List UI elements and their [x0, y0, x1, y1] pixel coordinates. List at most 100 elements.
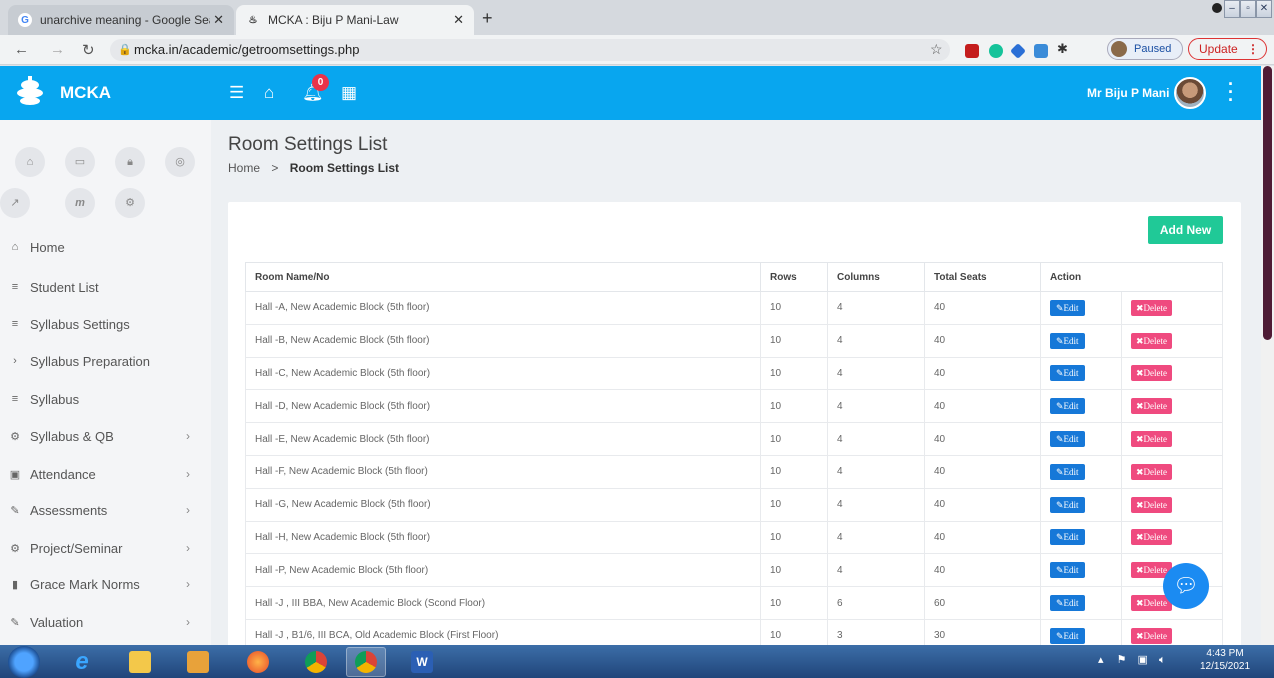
edit-button[interactable]: ✎Edit [1050, 529, 1085, 546]
cell-columns: 4 [827, 553, 925, 588]
cell-rows: 10 [760, 553, 828, 588]
taskbar-outlook[interactable] [178, 647, 218, 677]
edit-button[interactable]: ✎Edit [1050, 332, 1085, 349]
delete-button[interactable]: ✖Delete [1131, 431, 1173, 448]
sidebar-item-student-list[interactable]: ≡ Student List [0, 272, 211, 302]
browser-tab-mcka[interactable]: ♨ MCKA : Biju P Mani-Law ✕ [236, 5, 474, 35]
tray-up-arrow-icon[interactable]: ▴ [1098, 654, 1104, 666]
cell-room: Hall -J , III BBA, New Academic Block (S… [245, 586, 761, 620]
cell-delete: ✖Delete [1121, 389, 1223, 424]
delete-button[interactable]: ✖Delete [1131, 332, 1173, 349]
app-header: MCKA ☰ ⌂ 🔔︎ ▦ [0, 66, 1274, 120]
edit-button[interactable]: ✎Edit [1050, 627, 1085, 644]
sidebar-item-assessments[interactable]: ✎ Assessments › [0, 495, 211, 525]
taskbar-explorer[interactable] [120, 647, 160, 677]
pencil-icon: ✎ [1056, 302, 1064, 313]
delete-button[interactable]: ✖Delete [1131, 496, 1173, 513]
cell-edit: ✎Edit [1040, 586, 1122, 620]
quick-home-icon[interactable]: ⌂ [15, 147, 45, 177]
tray-network-icon[interactable]: ▣ [1138, 654, 1148, 666]
cell-edit: ✎Edit [1040, 618, 1122, 645]
cell-seats: 40 [924, 454, 1041, 489]
new-tab-icon[interactable]: + [482, 8, 493, 29]
tray-flag-icon[interactable]: ⚑ [1117, 654, 1127, 666]
sidebar-item-project-seminar[interactable]: ⚙ Project/Seminar › [0, 533, 211, 563]
pencil-icon: ✎ [1056, 499, 1064, 510]
edit-button[interactable]: ✎Edit [1050, 398, 1085, 415]
extension-icon[interactable] [1034, 44, 1048, 58]
taskbar-ie[interactable]: e [62, 647, 102, 677]
mcka-logo[interactable] [16, 76, 44, 108]
cell-seats: 40 [924, 356, 1041, 391]
sidebar-item-syllabus[interactable]: ≡ Syllabus [0, 384, 211, 414]
close-window-icon[interactable]: ✕ [1256, 0, 1272, 18]
close-tab-icon[interactable]: ✕ [213, 12, 224, 28]
sidebar-item-home[interactable]: ⌂ Home [0, 232, 211, 262]
extension-icon[interactable] [965, 44, 979, 58]
page-scrollbar[interactable] [1261, 66, 1274, 645]
delete-button[interactable]: ✖Delete [1131, 627, 1173, 644]
delete-button[interactable]: ✖Delete [1131, 365, 1173, 382]
chat-bubble-icon[interactable]: 💬︎ [1163, 563, 1209, 609]
edit-button[interactable]: ✎Edit [1050, 463, 1085, 480]
edit-button[interactable]: ✎Edit [1050, 595, 1085, 612]
sidebar-item-syllabus-preparation[interactable]: › Syllabus Preparation [0, 346, 211, 376]
user-name[interactable]: Mr Biju P Mani [1087, 86, 1169, 100]
edit-button[interactable]: ✎Edit [1050, 365, 1085, 382]
user-avatar[interactable] [1174, 77, 1206, 109]
start-button[interactable] [8, 646, 40, 678]
grammarly-icon[interactable] [989, 44, 1003, 58]
edit-button[interactable]: ✎Edit [1050, 562, 1085, 579]
taskbar-chrome-profile[interactable] [346, 647, 386, 677]
taskbar-firefox[interactable] [238, 647, 278, 677]
quick-external-link-icon[interactable]: ↗ [0, 188, 30, 218]
chevron-right-icon: › [186, 429, 190, 443]
taskbar-word[interactable]: W [402, 647, 442, 677]
breadcrumb-home[interactable]: Home [228, 161, 260, 175]
extensions-puzzle-icon[interactable]: ✱ [1057, 41, 1068, 57]
browser-tab-google[interactable]: G unarchive meaning - Google Sea ✕ [8, 5, 234, 35]
edit-button[interactable]: ✎Edit [1050, 299, 1085, 316]
sidebar-item-grace-mark-norms[interactable]: ▮ Grace Mark Norms › [0, 569, 211, 599]
home-icon[interactable]: ⌂ [264, 83, 274, 103]
url-input[interactable]: 🔒 mcka.in/academic/getroomsettings.php [110, 39, 950, 61]
delete-button[interactable]: ✖Delete [1131, 463, 1173, 480]
edit-label: Edit [1063, 466, 1079, 477]
minimize-icon[interactable]: – [1224, 0, 1240, 18]
bookmark-star-icon[interactable]: ☆ [930, 41, 943, 58]
edit-button[interactable]: ✎Edit [1050, 431, 1085, 448]
profile-paused-button[interactable]: Paused [1107, 38, 1183, 60]
apps-grid-icon[interactable]: ▦ [341, 83, 357, 103]
table-body: Hall -A, New Academic Block (5th floor) 1… [245, 291, 1223, 645]
extension-icon[interactable] [1010, 43, 1026, 59]
taskbar-clock[interactable]: 4:43 PM 12/15/2021 [1200, 647, 1250, 673]
quick-id-card-icon[interactable]: ▭ [65, 147, 95, 177]
sidebar-item-valuation[interactable]: ✎ Valuation › [0, 607, 211, 637]
quick-handshake-icon[interactable]: ◎ [165, 147, 195, 177]
quick-settings-icon[interactable]: ⚙ [115, 188, 145, 218]
maximize-icon[interactable]: ▫ [1240, 0, 1256, 18]
reload-icon[interactable]: ↻ [82, 41, 95, 59]
main-content: Room Settings List Home > Room Settings … [211, 120, 1261, 645]
paused-label: Paused [1134, 43, 1172, 55]
delete-button[interactable]: ✖Delete [1131, 299, 1173, 316]
update-button[interactable]: Update ⋮ [1188, 38, 1267, 60]
quick-m-icon[interactable]: m [65, 188, 95, 218]
delete-button[interactable]: ✖Delete [1131, 529, 1173, 546]
sidebar-item-syllabus-settings[interactable]: ≡ Syllabus Settings [0, 309, 211, 339]
delete-button[interactable]: ✖Delete [1131, 398, 1173, 415]
edit-button[interactable]: ✎Edit [1050, 496, 1085, 513]
add-new-button[interactable]: Add New [1148, 216, 1223, 244]
x-icon: ✖ [1136, 466, 1144, 477]
tray-volume-icon[interactable]: 🔈︎ [1159, 654, 1166, 666]
more-options-icon[interactable]: · · · [1228, 75, 1234, 109]
quick-lock-icon[interactable]: 🔒︎ [115, 147, 145, 177]
sidebar-item-syllabus-qb[interactable]: ⚙ Syllabus & QB › [0, 421, 211, 451]
forward-icon[interactable]: → [50, 41, 65, 58]
sidebar-item-attendance[interactable]: ▣ Attendance › [0, 459, 211, 489]
close-tab-icon[interactable]: ✕ [453, 12, 464, 28]
taskbar-chrome[interactable] [296, 647, 336, 677]
scrollbar-thumb[interactable] [1263, 66, 1272, 340]
menu-toggle-icon[interactable]: ☰ [229, 83, 244, 103]
back-icon[interactable]: ← [14, 41, 29, 58]
